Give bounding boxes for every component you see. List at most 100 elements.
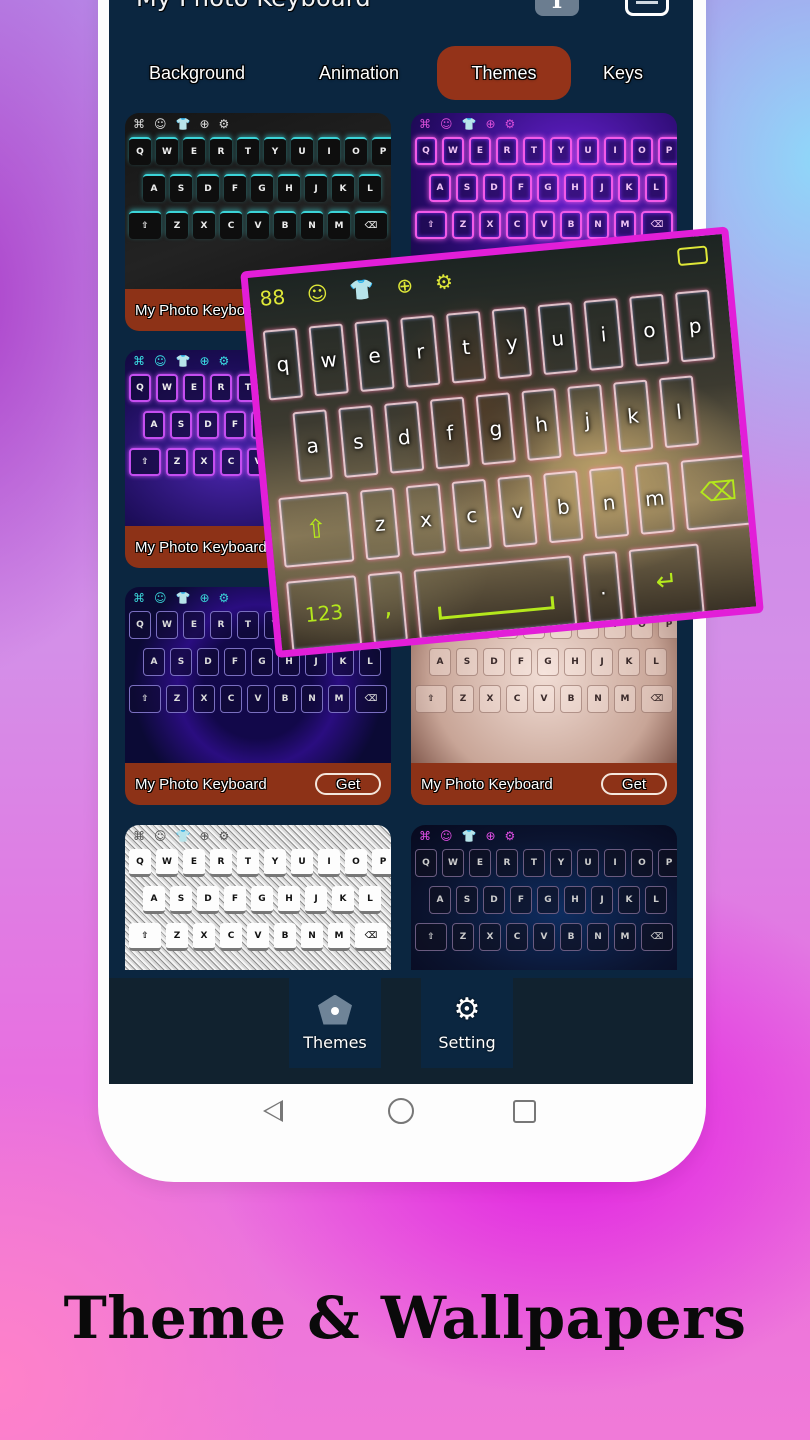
globe-icon: ⊕ bbox=[395, 272, 415, 299]
key: M bbox=[614, 685, 636, 713]
theme-card-silver-glitter[interactable]: ⌘ ☺ 👕 ⊕ ⚙ Q W E R T Y U I O P A S D F G H J K L ⇧ Z X C V B N M ⌫ bbox=[125, 825, 391, 970]
toolbar-glyph-icon: 👕 bbox=[461, 829, 477, 843]
key: F bbox=[224, 174, 246, 202]
key: Z bbox=[166, 923, 188, 951]
letter-key: m bbox=[634, 461, 676, 535]
key: X bbox=[479, 923, 501, 951]
keyboard-row: ⇧ZXCVBNM⌫ bbox=[129, 685, 391, 713]
key: E bbox=[183, 374, 205, 402]
font-size-button[interactable]: T bbox=[535, 0, 579, 16]
key: C bbox=[220, 448, 242, 476]
letter-key: w bbox=[308, 323, 349, 397]
key: F bbox=[510, 886, 532, 914]
toolbar-glyph-icon: 👕 bbox=[175, 829, 191, 843]
key: J bbox=[591, 174, 613, 202]
key: A bbox=[143, 886, 165, 914]
toolbar-glyph-icon: ⊕ bbox=[485, 117, 496, 131]
key: W bbox=[156, 611, 178, 639]
key: S bbox=[456, 174, 478, 202]
system-navigation-bar bbox=[98, 1084, 706, 1144]
keyboard-icon bbox=[676, 245, 709, 267]
toolbar-glyph-icon: ⌘ bbox=[133, 829, 145, 843]
key: G bbox=[537, 648, 559, 676]
key: A bbox=[143, 411, 165, 439]
key: J bbox=[591, 886, 613, 914]
home-icon[interactable] bbox=[388, 1098, 414, 1124]
key: U bbox=[291, 849, 313, 877]
toolbar-glyph-icon: ⌘ bbox=[419, 117, 431, 131]
promo-caption: Theme & Wallpapers bbox=[63, 1284, 747, 1352]
key: I bbox=[318, 849, 340, 877]
keyboard-row: ASDFGHJKL bbox=[415, 886, 677, 914]
letter-key: s bbox=[338, 405, 379, 478]
tab-background[interactable]: Background bbox=[127, 46, 267, 100]
key: O bbox=[631, 849, 653, 877]
letter-key: l bbox=[658, 375, 700, 449]
menu-icon bbox=[636, 1, 658, 4]
letter-key: d bbox=[383, 400, 425, 474]
key: P bbox=[658, 849, 677, 877]
key: Z bbox=[452, 211, 474, 239]
nav-setting-label: Setting bbox=[438, 1032, 496, 1052]
theme-card-neon-finger-heart[interactable]: ⌘ ☺ 👕 ⊕ ⚙ Q W E R T Y U I O P A S D F G H J K L ⇧ Z X C V B N M ⌫ bbox=[411, 825, 677, 970]
key: S bbox=[456, 648, 478, 676]
key: J bbox=[305, 886, 327, 914]
key: X bbox=[193, 211, 215, 239]
key: Z bbox=[452, 923, 474, 951]
key: D bbox=[483, 174, 505, 202]
tab-keys[interactable]: Keys bbox=[585, 46, 661, 100]
key: D bbox=[483, 886, 505, 914]
key: Q bbox=[129, 137, 151, 165]
key: B bbox=[560, 211, 582, 239]
letter-key: a bbox=[292, 409, 333, 483]
tab-animation[interactable]: Animation bbox=[293, 46, 425, 100]
toolbar-glyph-icon: 👕 bbox=[175, 117, 191, 131]
key: P bbox=[372, 849, 391, 877]
themes-pentagon-icon bbox=[318, 994, 352, 1025]
nav-setting[interactable]: ⚙ Setting bbox=[421, 978, 513, 1068]
key: Q bbox=[129, 374, 151, 402]
key: X bbox=[193, 448, 215, 476]
key: C bbox=[506, 923, 528, 951]
letter-key: u bbox=[537, 302, 578, 376]
bottom-navigation: Themes ⚙ Setting bbox=[109, 978, 693, 1084]
keyboard-toolbar: ⌘ ☺ 👕 ⊕ ⚙ bbox=[411, 825, 677, 847]
key: M bbox=[328, 923, 350, 951]
gear-icon: ⚙ bbox=[453, 991, 481, 1027]
recents-icon[interactable] bbox=[513, 1100, 536, 1123]
back-icon[interactable] bbox=[263, 1100, 283, 1122]
key: T bbox=[523, 137, 545, 165]
key: I bbox=[318, 137, 340, 165]
get-button[interactable]: Get bbox=[601, 773, 667, 795]
keyboard-toolbar: ⌘ ☺ 👕 ⊕ ⚙ bbox=[411, 113, 677, 135]
key: F bbox=[224, 411, 246, 439]
get-button[interactable]: Get bbox=[315, 773, 381, 795]
key: K bbox=[332, 886, 354, 914]
nav-themes[interactable]: Themes bbox=[289, 978, 381, 1068]
key: J bbox=[591, 648, 613, 676]
key: Y bbox=[550, 849, 572, 877]
toolbar-glyph-icon: ☺ bbox=[154, 117, 167, 131]
letter-key: v bbox=[497, 474, 538, 548]
theme-name: My Photo Keyboard bbox=[135, 538, 267, 556]
key: V bbox=[247, 211, 269, 239]
key: F bbox=[224, 886, 246, 914]
letter-key: c bbox=[451, 478, 492, 552]
key: V bbox=[247, 923, 269, 951]
key: F bbox=[224, 648, 246, 676]
key: R bbox=[496, 137, 518, 165]
key: C bbox=[220, 211, 242, 239]
key: ⌫ bbox=[355, 923, 387, 951]
key: D bbox=[197, 411, 219, 439]
tab-themes[interactable]: Themes bbox=[437, 46, 571, 100]
menu-button[interactable] bbox=[625, 0, 669, 16]
letter-key: g bbox=[475, 392, 516, 466]
card-footer: My Photo Keyboard Get bbox=[411, 763, 677, 805]
letter-key: i bbox=[583, 297, 624, 371]
key: H bbox=[278, 174, 300, 202]
toolbar-glyph-icon: ☺ bbox=[154, 829, 167, 843]
emoji-icon: ☺ bbox=[305, 280, 329, 307]
key: Y bbox=[550, 137, 572, 165]
keyboard-row: QWERTYUIOP bbox=[415, 849, 677, 877]
key: X bbox=[193, 685, 215, 713]
